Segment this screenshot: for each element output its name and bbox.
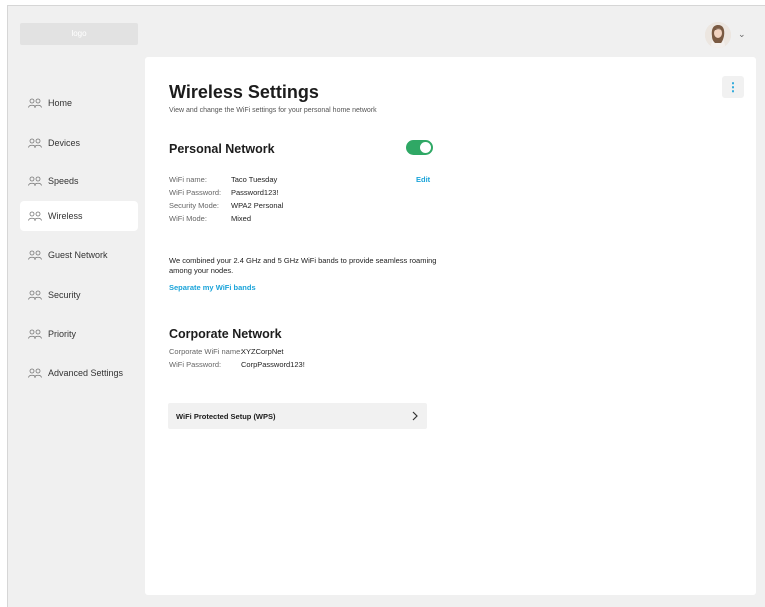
wifi-mode-label: WiFi Mode:: [169, 214, 207, 223]
sidebar-item-devices[interactable]: Devices: [20, 129, 138, 157]
page-subtitle: View and change the WiFi settings for yo…: [169, 107, 377, 114]
edit-link[interactable]: Edit: [416, 175, 430, 184]
sidebar-item-advanced-settings[interactable]: Advanced Settings: [20, 359, 138, 387]
people-icon: [28, 176, 42, 186]
sidebar-item-label: Guest Network: [48, 250, 108, 260]
chevron-right-icon: [412, 411, 418, 421]
people-icon: [28, 329, 42, 339]
corporate-wifi-password-value: CorpPassword123!: [241, 360, 305, 369]
wifi-password-value: Password123!: [231, 188, 279, 197]
logo: logo: [20, 23, 138, 45]
corporate-wifi-password-label: WiFi Password:: [169, 360, 222, 369]
sidebar-item-label: Devices: [48, 138, 81, 148]
people-icon: [28, 138, 42, 148]
avatar-menu-chevron-icon[interactable]: ⌄: [738, 29, 746, 40]
sidebar-item-label: Security: [48, 290, 81, 300]
sidebar-item-label: Advanced Settings: [48, 368, 124, 378]
security-mode-label: Security Mode:: [169, 201, 220, 210]
toggle-knob: [420, 142, 431, 153]
corporate-wifi-name-value: XYZCorpNet: [241, 347, 284, 356]
sidebar-item-guest-network[interactable]: Guest Network: [20, 241, 138, 269]
sidebar-item-label: Home: [48, 98, 73, 108]
main-content: ⋮ Wireless Settings View and change the …: [145, 57, 756, 595]
avatar[interactable]: [705, 22, 731, 48]
security-mode-value: WPA2 Personal: [231, 201, 284, 210]
sidebar-item-priority[interactable]: Priority: [20, 320, 138, 348]
sidebar-item-speeds[interactable]: Speeds: [20, 167, 138, 195]
people-icon: [28, 368, 42, 378]
people-icon: [28, 290, 42, 300]
sidebar-item-wireless[interactable]: Wireless: [20, 201, 138, 231]
wps-row[interactable]: WiFi Protected Setup (WPS): [168, 403, 427, 429]
wps-label: WiFi Protected Setup (WPS): [176, 411, 276, 421]
wifi-mode-value: Mixed: [231, 214, 252, 223]
corporate-network-title: Corporate Network: [169, 327, 282, 341]
sidebar-item-security[interactable]: Security: [20, 281, 138, 309]
people-icon: [28, 98, 42, 108]
sidebar-item-home[interactable]: Home: [20, 89, 138, 117]
personal-network-toggle[interactable]: [406, 140, 433, 155]
page-title: Wireless Settings: [169, 82, 319, 102]
wifi-name-value: Taco Tuesday: [231, 175, 278, 184]
more-options-icon[interactable]: ⋮: [722, 76, 744, 98]
avatar-image: [705, 22, 731, 48]
people-icon: [28, 250, 42, 260]
personal-network-title: Personal Network: [169, 142, 275, 156]
separate-bands-link[interactable]: Separate my WiFi bands: [169, 283, 256, 292]
band-note: We combined your 2.4 GHz and 5 GHz WiFi …: [169, 256, 437, 275]
people-icon: [28, 211, 42, 221]
sidebar-item-label: Priority: [48, 329, 77, 339]
wifi-password-label: WiFi Password:: [169, 188, 222, 197]
corporate-wifi-name-label: Corporate WiFi name:: [169, 347, 243, 356]
sidebar-item-label: Wireless: [48, 211, 83, 221]
wifi-name-label: WiFi name:: [169, 175, 207, 184]
sidebar-item-label: Speeds: [48, 176, 79, 186]
